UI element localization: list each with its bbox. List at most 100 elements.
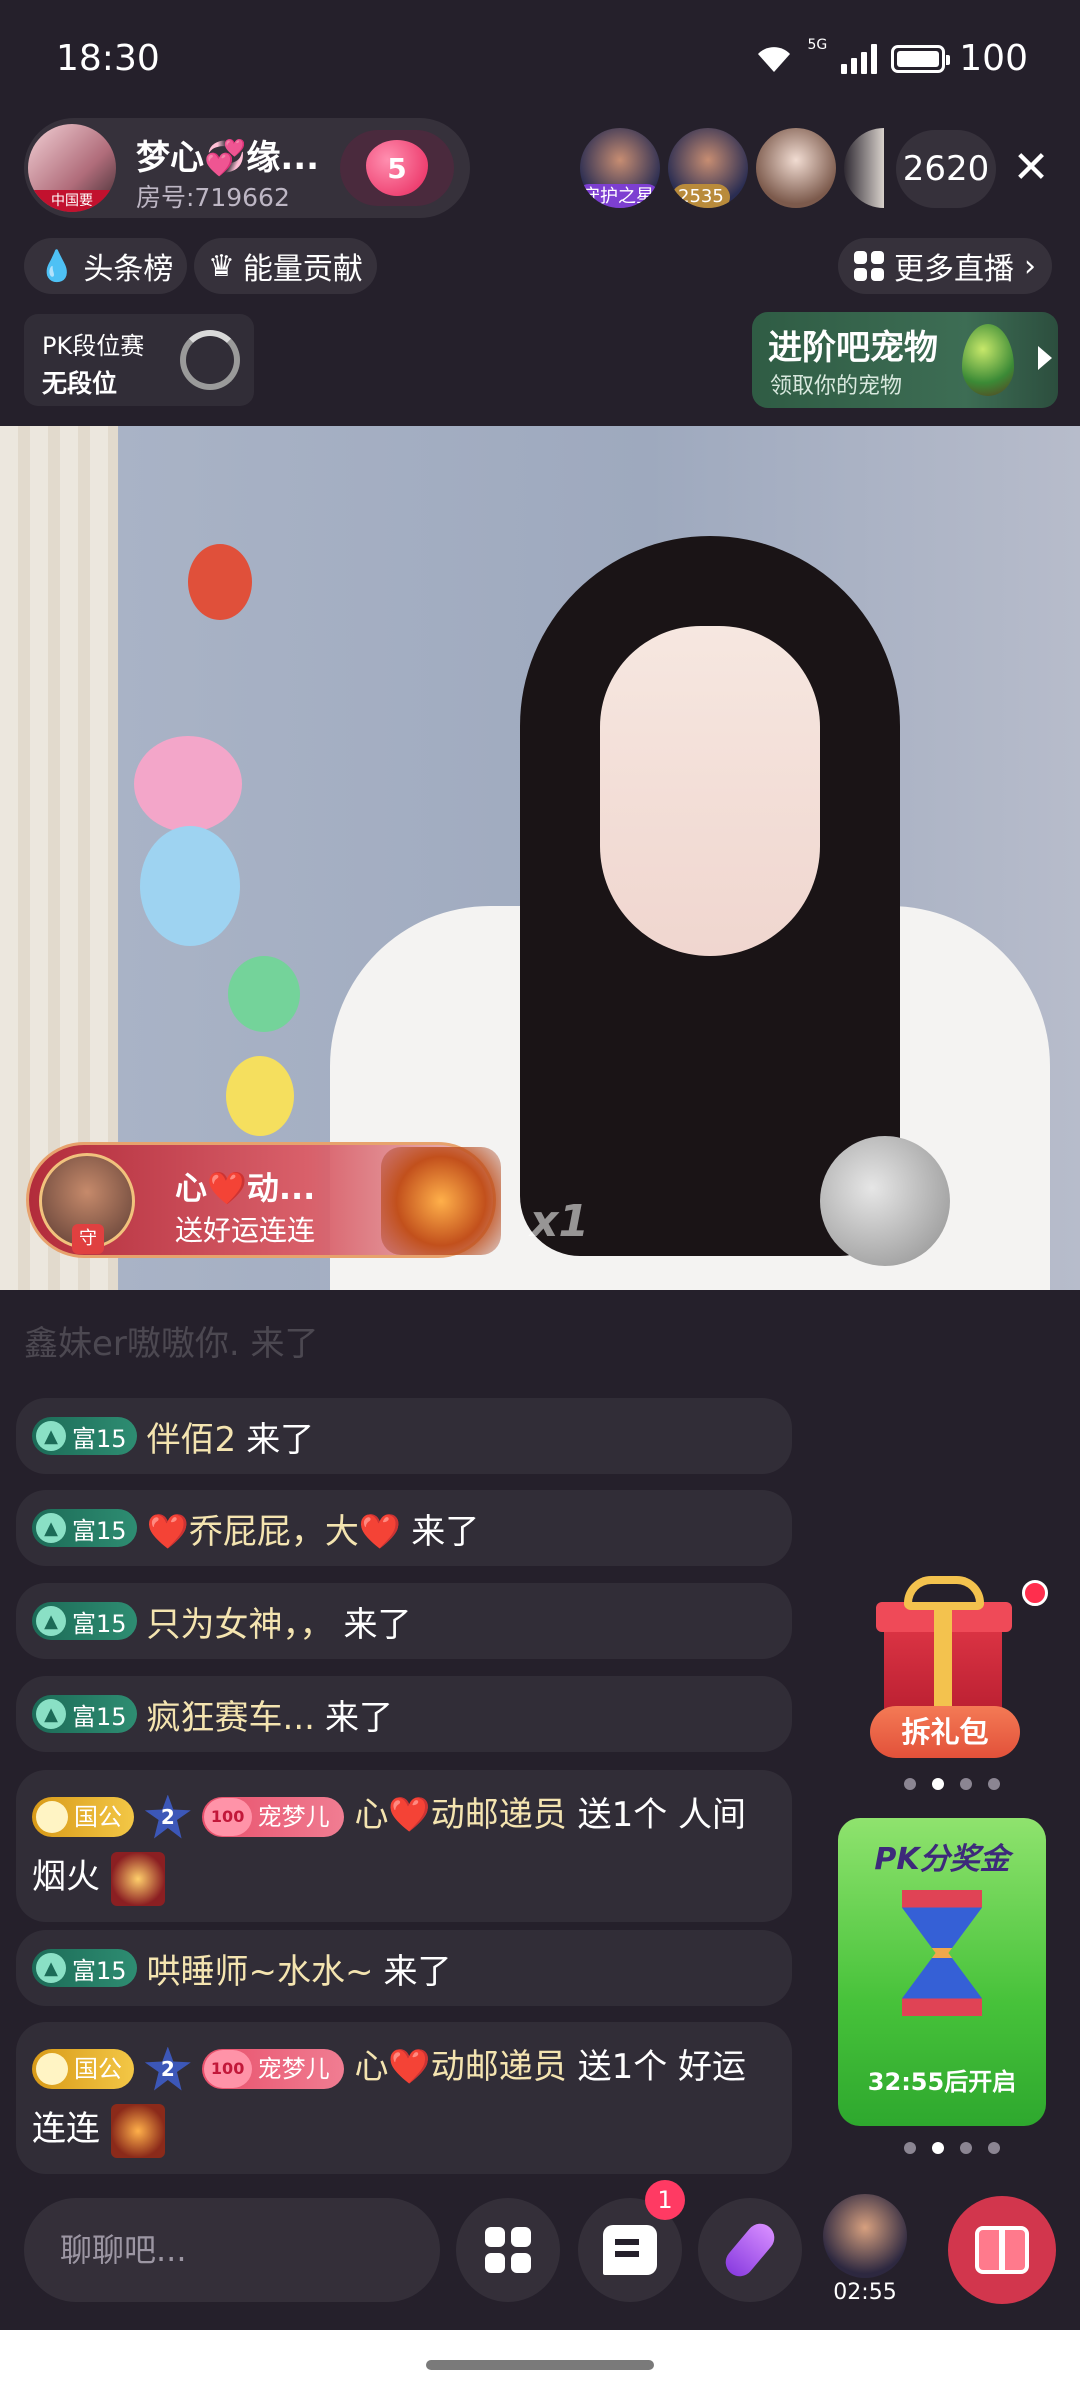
gift-sender-name: 心❤️动... (175, 1169, 316, 1207)
chat-text: 来了 (343, 1604, 412, 1645)
host-avatar[interactable]: 中国要 (28, 124, 116, 212)
chat-message[interactable]: ▲ 富15 ❤️乔屁屁，大❤️ 来了 (16, 1490, 792, 1566)
chat-text: 送1个 (577, 1795, 668, 1835)
mic-link-button[interactable] (698, 2198, 802, 2302)
gift-box-ribbon (934, 1602, 952, 1720)
gift-icon (975, 2226, 1029, 2274)
wealth-level-badge: ▲ 富15 (32, 1509, 137, 1547)
chat-username[interactable]: 心❤️动邮递员 (354, 1795, 566, 1835)
chat-input[interactable]: 聊聊吧... (24, 2198, 440, 2302)
viewer-count[interactable]: 2620 (896, 130, 996, 208)
gift-button[interactable] (948, 2196, 1056, 2304)
battery-icon (891, 44, 951, 73)
network-type: 5G (807, 37, 828, 53)
viewer-badge: 2535 (672, 184, 730, 208)
noble-badge: 国公 (32, 1796, 134, 1837)
status-icons: 5G 100 (754, 38, 1028, 79)
chat-username[interactable]: 只为女神，， (147, 1597, 334, 1646)
chat-username[interactable]: 疯狂赛车... (147, 1690, 315, 1739)
chat-text: 来了 (383, 1951, 452, 1992)
chat-gift-message[interactable]: 国公 2 100 宠梦儿 心❤️动邮递员 送1个 好运连连 (16, 2022, 792, 2174)
chevron-right-icon: › (1024, 248, 1036, 284)
headline-rank-chip[interactable]: 💧 头条榜 (24, 238, 188, 294)
rank-emblem-icon (180, 330, 240, 390)
more-live-label: 更多直播 (894, 252, 1014, 287)
anchor-timer: 02:55 (833, 2280, 897, 2305)
pet-banner[interactable]: 进阶吧宠物 领取你的宠物 (752, 312, 1058, 408)
pet-banner-title: 进阶吧宠物 (768, 328, 938, 368)
chat-gift-message[interactable]: 国公 2 100 宠梦儿 心❤️动邮递员 送1个 人间烟火 (16, 1770, 792, 1922)
crown-icon: ♛ (208, 248, 235, 284)
noble-badge: 国公 (32, 2048, 134, 2089)
message-icon (603, 2225, 657, 2275)
chat-text: 来了 (324, 1697, 393, 1738)
host-name: 梦心💞缘... (136, 138, 320, 178)
pk-rank-title: PK段位赛 (42, 332, 145, 360)
system-nav-bar (0, 2330, 1080, 2400)
star-level-badge: 2 (144, 2046, 191, 2091)
more-apps-button[interactable] (456, 2198, 560, 2302)
chat-username[interactable]: 心❤️动邮递员 (354, 2047, 566, 2087)
pk-pager-dots (904, 2142, 1000, 2154)
anchor-avatar (823, 2194, 907, 2278)
chat-username[interactable]: 哄睡师~水水~ (147, 1944, 374, 1993)
notification-dot (1022, 1580, 1048, 1606)
chat-username[interactable]: 伴佰2 (147, 1412, 237, 1461)
close-icon[interactable]: ✕ (1008, 146, 1054, 192)
message-badge: 1 (645, 2180, 685, 2220)
wealth-level-badge: ▲ 富15 (32, 1949, 137, 1987)
balloon (140, 826, 240, 946)
chat-username[interactable]: ❤️乔屁屁，大❤️ (147, 1504, 402, 1553)
pk-prize-title: PK分奖金 (874, 1842, 1010, 1877)
wealth-level-badge: ▲ 富15 (32, 1695, 137, 1733)
drop-icon: 💧 (38, 248, 76, 284)
apps-grid-icon (485, 2227, 531, 2273)
viewer-badge: 守护之星 (580, 184, 660, 208)
pk-prize-card[interactable]: PK分奖金 32:55后开启 (838, 1818, 1046, 2126)
chat-message[interactable]: ▲ 富15 哄睡师~水水~ 来了 (16, 1930, 792, 2006)
sender-avatar: 守 (39, 1153, 135, 1254)
viewer-avatar[interactable] (844, 128, 884, 208)
play-arrow-icon (1038, 346, 1052, 370)
room-number: 房号:719662 (136, 183, 290, 212)
headline-rank-label: 头条榜 (83, 252, 174, 287)
signal-icon (841, 43, 878, 74)
host-avatar-tag: 中国要 (28, 190, 116, 212)
pet-egg-icon (962, 324, 1014, 396)
chat-message[interactable]: ▲ 富15 疯狂赛车... 来了 (16, 1676, 792, 1752)
gift-notification[interactable]: 守 心❤️动... 送好运连连 (26, 1142, 501, 1258)
balloon (228, 956, 300, 1032)
gift-pack-widget[interactable]: 拆礼包 (868, 1576, 1020, 1772)
energy-contribution-label: 能量贡献 (242, 252, 363, 287)
balloon (226, 1056, 294, 1136)
fan-club-badge: 100 宠梦儿 (201, 1796, 344, 1837)
viewer-avatar[interactable] (756, 128, 836, 208)
grid-icon (854, 251, 884, 281)
chat-text: 来了 (246, 1419, 315, 1460)
balloon (134, 736, 242, 832)
follow-heart-button[interactable]: 5 (340, 130, 454, 206)
streamer-face (600, 626, 820, 956)
hourglass-icon (902, 1890, 982, 2016)
host-info[interactable]: 中国要 梦心💞缘... 房号:719662 5 (24, 118, 470, 218)
fireworks-gift-icon (110, 1851, 165, 1906)
koi-gift-icon (381, 1147, 501, 1255)
pk-prize-countdown: 32:55后开启 (867, 2068, 1017, 2096)
energy-contribution-chip[interactable]: ♛ 能量贡献 (194, 238, 377, 294)
chat-message[interactable]: ▲ 富15 伴佰2 来了 (16, 1398, 792, 1474)
chat-message[interactable]: ▲ 富15 只为女神，， 来了 (16, 1583, 792, 1659)
gift-action: 送好运连连 (175, 1214, 316, 1247)
viewer-avatar[interactable]: 守护之星 (580, 128, 660, 208)
anchor-task-button[interactable]: 02:55 (820, 2194, 910, 2306)
koi-gift-icon (110, 2103, 165, 2158)
microphone (820, 1136, 950, 1266)
gift-count: x1 (530, 1196, 589, 1247)
wealth-level-badge: ▲ 富15 (32, 1602, 137, 1640)
home-indicator[interactable] (426, 2360, 654, 2370)
pk-rank-card[interactable]: PK段位赛 无段位 (24, 314, 254, 406)
pet-banner-subtitle: 领取你的宠物 (770, 374, 903, 399)
viewer-avatar[interactable]: 2535 (668, 128, 748, 208)
status-bar: 18:30 5G 100 (0, 0, 1080, 120)
star-level-badge: 2 (144, 1794, 191, 1839)
more-live-button[interactable]: 更多直播 › (838, 238, 1052, 294)
